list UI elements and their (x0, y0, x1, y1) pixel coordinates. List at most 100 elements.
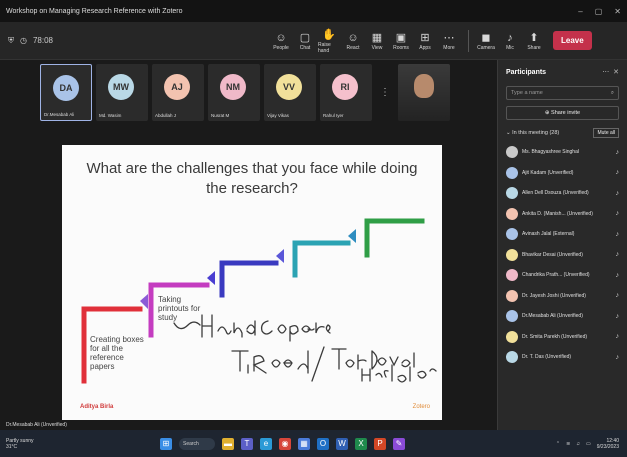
system-tray: ⌃ ≋ ♫ ▭ 12:40 9/23/2023 (556, 438, 627, 450)
list-item[interactable]: Ms. Bhagyashree Singhal ♪ (498, 142, 627, 163)
mic-icon: ♪ (507, 31, 513, 44)
mic-icon: ♪ (615, 169, 620, 177)
meeting-toolbar: ⛨ ◷ 78:08 ☺ People ▢ Chat ✋ Raise hand ☺ Rea… (0, 22, 627, 60)
panel-controls: ⋯ ✕ (602, 68, 619, 76)
view-icon: ▦ (371, 31, 383, 44)
window-title-bar: Workshop on Managing Research Reference … (0, 0, 627, 22)
chevron-up-icon[interactable]: ⌃ (556, 441, 560, 447)
panel-header: Participants ⋯ ✕ (498, 60, 627, 77)
avatar: NM (220, 74, 246, 100)
list-item[interactable]: Ankita D. (Manish... (Unverified) ♪ (498, 204, 627, 225)
teams-window: Workshop on Managing Research Reference … (0, 0, 627, 457)
avatar (506, 187, 518, 200)
teams-icon[interactable]: T (241, 437, 253, 450)
more-icon[interactable]: ⋯ (602, 69, 609, 76)
participant-list: Ms. Bhagyashree Singhal ♪ Ajit Kadam (Unv… (498, 142, 627, 368)
avatar (506, 248, 518, 261)
step-indigo (219, 260, 279, 298)
windows-start-icon[interactable]: ⊞ (160, 437, 172, 450)
list-item[interactable]: Bhavikar Desai (Unverified) ♪ (498, 245, 627, 266)
outlook-icon[interactable]: O (317, 437, 329, 450)
tile-name: Vijay Vikas (267, 113, 289, 118)
wifi-icon[interactable]: ≋ (566, 441, 570, 447)
list-item[interactable]: Ajit Kadam (Unverified) ♪ (498, 163, 627, 184)
share-button[interactable]: ⬆ Share (523, 31, 545, 51)
raise-hand-button[interactable]: ✋ Raise hand (318, 28, 340, 54)
participant-tile[interactable]: NM Nusrat M (208, 64, 260, 121)
avatar (506, 207, 518, 220)
people-button[interactable]: ☺ People (270, 31, 292, 51)
rooms-button[interactable]: ▣ Rooms (390, 31, 412, 51)
participant-tile[interactable]: AJ Abdullah J (152, 64, 204, 121)
in-meeting-section[interactable]: ⌄ In this meeting (28) Mute all (498, 120, 627, 142)
maximize-icon[interactable]: ▢ (595, 7, 603, 16)
list-item[interactable]: Allen Dell Dsouza (Unverified) ♪ (498, 183, 627, 204)
participant-tile[interactable]: MW Md. Wasim (96, 64, 148, 121)
chrome-icon[interactable]: ◉ (279, 437, 291, 450)
more-button[interactable]: ⋯ More (438, 31, 460, 51)
leave-button[interactable]: Leave (553, 31, 592, 50)
camera-button[interactable]: ◼ Camera (475, 31, 497, 51)
taskbar-apps: ⊞ Search ▬ T e ◉ ▦ O W X P ✎ (160, 437, 405, 450)
mute-all-button[interactable]: Mute all (593, 128, 619, 138)
app-icon[interactable]: ✎ (393, 437, 405, 450)
rooms-icon: ▣ (395, 31, 407, 44)
weather-widget[interactable]: Partly sunny 31°C (0, 438, 160, 450)
more-participants-icon[interactable]: ⋮ (376, 64, 394, 121)
people-icon: ☺ (275, 31, 287, 44)
avatar (506, 228, 518, 241)
more-icon: ⋯ (443, 31, 455, 44)
file-explorer-icon[interactable]: ▬ (222, 437, 234, 450)
battery-icon[interactable]: ▭ (586, 441, 591, 447)
list-item[interactable]: Dr.Mesabab Ali (Unverified) ♪ (498, 306, 627, 327)
mic-icon: ♪ (615, 333, 620, 341)
shield-icon: ⛨ (8, 35, 14, 45)
tile-name: Rahul Iyer (323, 113, 344, 118)
word-icon[interactable]: W (336, 437, 348, 450)
volume-icon[interactable]: ♫ (576, 441, 580, 447)
close-icon[interactable]: ✕ (613, 69, 619, 76)
slide-footer: Zotero (412, 404, 430, 410)
apps-button[interactable]: ⊞ Apps (414, 31, 436, 51)
react-icon: ☺ (347, 31, 359, 44)
taskbar-search[interactable]: Search (179, 437, 215, 450)
window-controls: – ▢ ✕ (578, 7, 621, 16)
list-item[interactable]: Dr. Smita Parekh (Unverified) ♪ (498, 327, 627, 348)
mic-button[interactable]: ♪ Mic (499, 31, 521, 51)
participant-tiles: DA Dr.Mesabab Ali MW Md. Wasim AJ Abdull… (40, 64, 450, 121)
chat-button[interactable]: ▢ Chat (294, 31, 316, 51)
participant-search-input[interactable]: Type a name ⌕ (506, 86, 619, 100)
list-item[interactable]: Dr. Jayesh Joshi (Unverified) ♪ (498, 286, 627, 307)
list-item[interactable]: Avinash Jalal (External) ♪ (498, 224, 627, 245)
step-1-text: Creating boxes for all the reference pap… (90, 335, 144, 371)
apps-icon: ⊞ (420, 31, 430, 44)
excel-icon[interactable]: X (355, 437, 367, 450)
tile-name: Nusrat M (211, 113, 230, 118)
clock[interactable]: 12:40 9/23/2023 (597, 438, 619, 450)
mic-icon: ♪ (615, 230, 620, 238)
video-tile[interactable] (398, 64, 450, 121)
tile-name: Md. Wasim (99, 113, 122, 118)
participant-tile[interactable]: DA Dr.Mesabab Ali (40, 64, 92, 121)
speaker-label: Dr.Mesabab Ali (Unverified) (6, 422, 67, 428)
view-button[interactable]: ▦ View (366, 31, 388, 51)
edge-icon[interactable]: e (260, 437, 272, 450)
share-invite-button[interactable]: ⊕ Share invite (506, 106, 619, 120)
person-add-icon: ⊕ (544, 110, 550, 116)
camera-icon: ◼ (481, 31, 491, 44)
avatar (506, 351, 518, 364)
store-icon[interactable]: ▦ (298, 437, 310, 450)
list-item[interactable]: Dr. T. Das (Unverified) ♪ (498, 347, 627, 368)
avatar (506, 269, 518, 282)
shared-slide: What are the challenges that you face wh… (62, 145, 442, 420)
mic-icon: ♪ (615, 210, 620, 218)
react-button[interactable]: ☺ React (342, 31, 364, 51)
mic-icon: ♪ (615, 271, 620, 279)
step-2-text: Taking printouts for study (158, 295, 201, 322)
participant-tile[interactable]: VV Vijay Vikas (264, 64, 316, 121)
powerpoint-icon[interactable]: P (374, 437, 386, 450)
list-item[interactable]: Chandrika Prath... (Unverified) ♪ (498, 265, 627, 286)
minimize-icon[interactable]: – (578, 7, 582, 16)
participant-tile[interactable]: RI Rahul Iyer (320, 64, 372, 121)
close-icon[interactable]: ✕ (614, 7, 621, 16)
